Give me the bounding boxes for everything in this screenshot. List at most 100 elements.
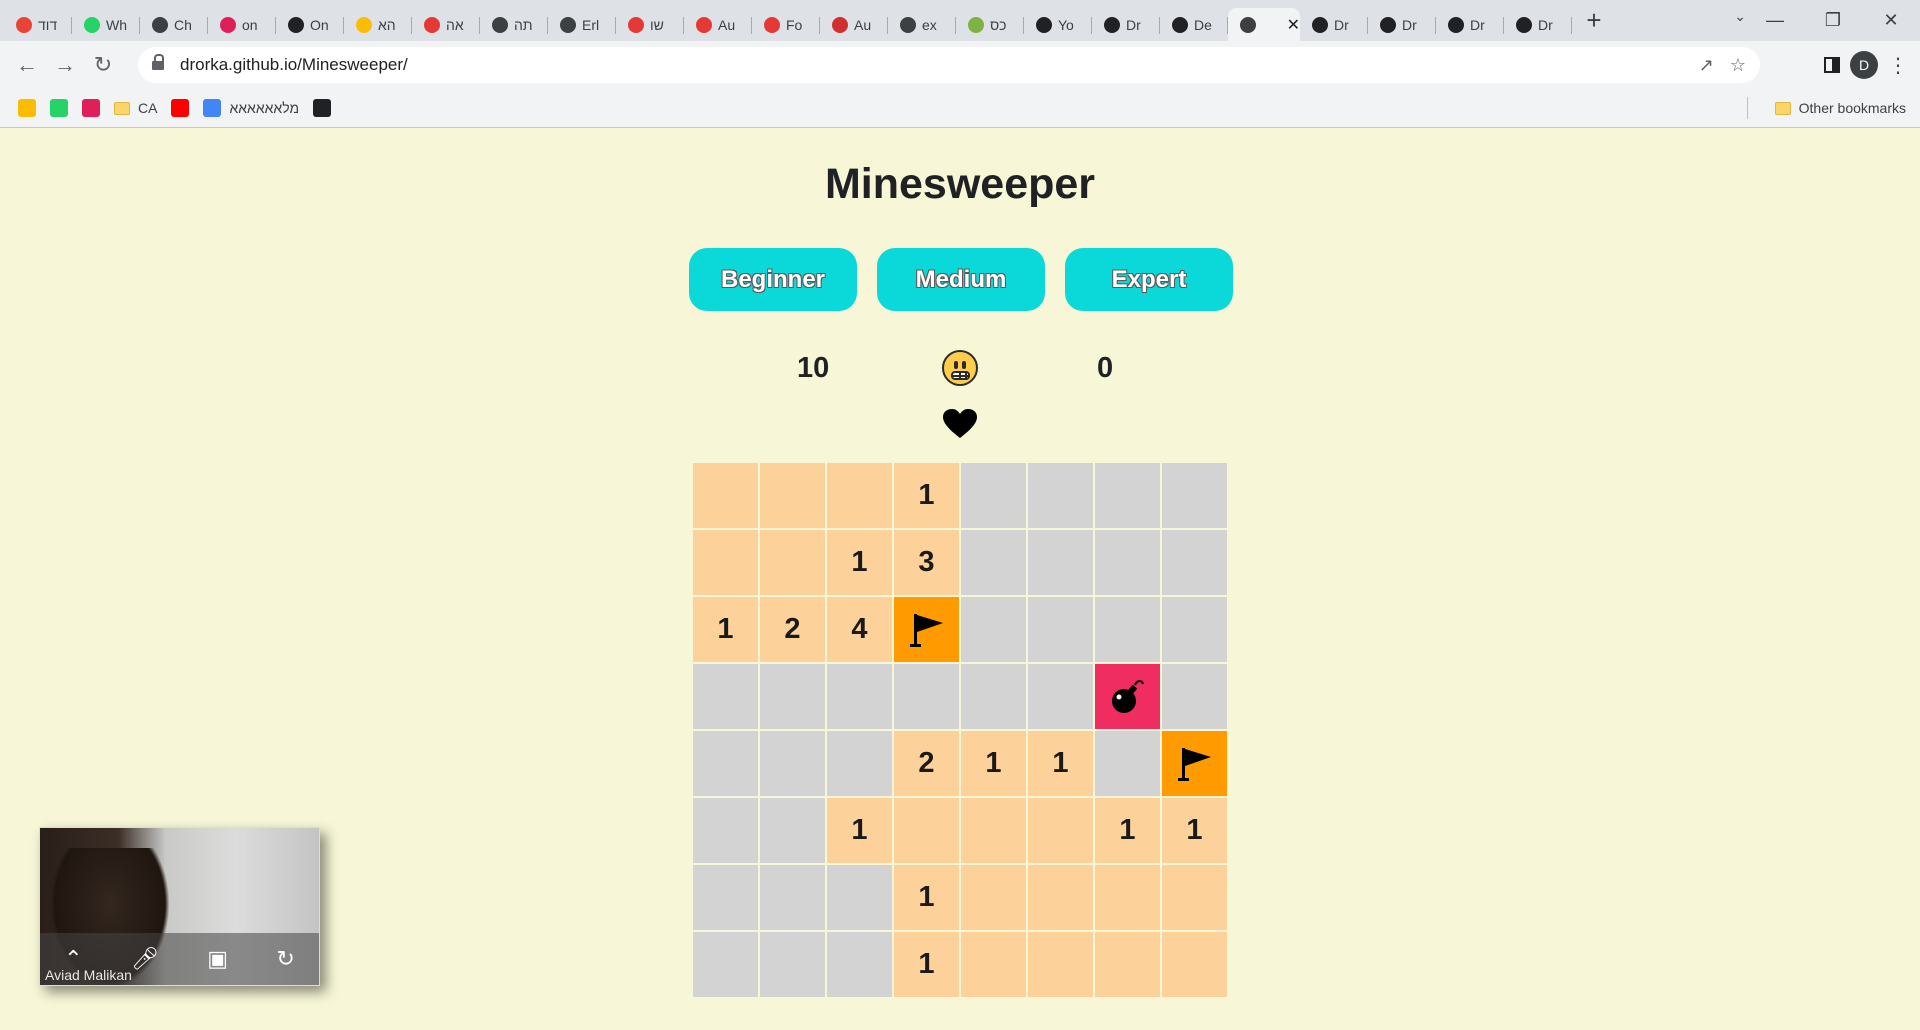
hidden-cell[interactable]: [759, 663, 826, 730]
camera-icon[interactable]: ▣: [207, 946, 228, 972]
hidden-cell[interactable]: [960, 596, 1027, 663]
new-tab-icon[interactable]: +: [1574, 0, 1614, 41]
microphone-icon[interactable]: 🎤︎: [131, 946, 159, 972]
bookmark-item[interactable]: [313, 94, 332, 122]
forward-arrow-icon[interactable]: →: [46, 46, 84, 84]
hidden-cell[interactable]: [826, 663, 893, 730]
revealed-cell[interactable]: [692, 529, 759, 596]
hidden-cell[interactable]: [960, 529, 1027, 596]
menu-kebab-icon[interactable]: ⋮: [1888, 53, 1908, 78]
beginner-button[interactable]: Beginner: [689, 248, 857, 311]
browser-tab[interactable]: Erl: [548, 8, 616, 41]
revealed-cell[interactable]: [1027, 931, 1094, 998]
revealed-cell[interactable]: 1: [893, 864, 960, 931]
revealed-cell[interactable]: [960, 931, 1027, 998]
browser-tab[interactable]: הא: [344, 8, 412, 41]
bookmark-item[interactable]: [18, 94, 36, 122]
browser-tab[interactable]: On: [276, 8, 344, 41]
browser-tab[interactable]: דוד: [4, 8, 72, 41]
flagged-cell[interactable]: [893, 596, 960, 663]
hidden-cell[interactable]: [1027, 529, 1094, 596]
hidden-cell[interactable]: [1094, 529, 1161, 596]
revealed-cell[interactable]: 1: [960, 730, 1027, 797]
revealed-cell[interactable]: 1: [1161, 797, 1228, 864]
address-bar[interactable]: drorka.github.io/Minesweeper/ ↗ ☆: [138, 47, 1760, 83]
browser-tab[interactable]: Dr: [1300, 8, 1368, 41]
grimace-face-icon[interactable]: [942, 350, 978, 386]
revealed-cell[interactable]: [960, 864, 1027, 931]
mine-cell[interactable]: [1094, 663, 1161, 730]
hidden-cell[interactable]: [692, 864, 759, 931]
hidden-cell[interactable]: [692, 663, 759, 730]
url-text[interactable]: drorka.github.io/Minesweeper/: [180, 55, 408, 75]
hidden-cell[interactable]: [960, 462, 1027, 529]
hidden-cell[interactable]: [826, 931, 893, 998]
browser-tab[interactable]: ✕: [1228, 8, 1300, 41]
revealed-cell[interactable]: 1: [1094, 797, 1161, 864]
hidden-cell[interactable]: [1094, 596, 1161, 663]
hidden-cell[interactable]: [1027, 663, 1094, 730]
hidden-cell[interactable]: [692, 931, 759, 998]
medium-button[interactable]: Medium: [877, 248, 1045, 311]
revealed-cell[interactable]: [1027, 864, 1094, 931]
revealed-cell[interactable]: 1: [826, 797, 893, 864]
rotate-icon[interactable]: ↻: [276, 946, 294, 972]
browser-tab[interactable]: Dr: [1092, 8, 1160, 41]
browser-tab[interactable]: אה: [412, 8, 480, 41]
bookmark-item[interactable]: מלאאאאאא: [203, 94, 299, 122]
share-icon[interactable]: ↗: [1699, 55, 1714, 76]
browser-tab[interactable]: Wh: [72, 8, 140, 41]
browser-tab[interactable]: Au: [684, 8, 752, 41]
hidden-cell[interactable]: [960, 663, 1027, 730]
revealed-cell[interactable]: 2: [893, 730, 960, 797]
revealed-cell[interactable]: [893, 797, 960, 864]
hidden-cell[interactable]: [1094, 462, 1161, 529]
revealed-cell[interactable]: 4: [826, 596, 893, 663]
revealed-cell[interactable]: 1: [692, 596, 759, 663]
revealed-cell[interactable]: 1: [1027, 730, 1094, 797]
revealed-cell[interactable]: [1027, 797, 1094, 864]
hidden-cell[interactable]: [893, 663, 960, 730]
browser-tab[interactable]: Ch: [140, 8, 208, 41]
hidden-cell[interactable]: [759, 931, 826, 998]
hidden-cell[interactable]: [1027, 596, 1094, 663]
hidden-cell[interactable]: [826, 730, 893, 797]
side-panel-icon[interactable]: [1824, 57, 1840, 73]
browser-tab[interactable]: on: [208, 8, 276, 41]
flagged-cell[interactable]: [1161, 730, 1228, 797]
revealed-cell[interactable]: [692, 462, 759, 529]
revealed-cell[interactable]: 2: [759, 596, 826, 663]
browser-tab[interactable]: Dr: [1436, 8, 1504, 41]
profile-avatar[interactable]: D: [1850, 51, 1878, 79]
browser-tab[interactable]: Au: [820, 8, 888, 41]
revealed-cell[interactable]: [1161, 931, 1228, 998]
bookmark-item[interactable]: [171, 94, 190, 122]
reload-icon[interactable]: ↻: [84, 46, 122, 84]
browser-tab[interactable]: שו: [616, 8, 684, 41]
revealed-cell[interactable]: [826, 462, 893, 529]
close-window-icon[interactable]: ✕: [1862, 10, 1920, 31]
hidden-cell[interactable]: [1161, 596, 1228, 663]
revealed-cell[interactable]: [960, 797, 1027, 864]
browser-tab[interactable]: ex: [888, 8, 956, 41]
hidden-cell[interactable]: [1161, 529, 1228, 596]
revealed-cell[interactable]: [1094, 864, 1161, 931]
minimize-icon[interactable]: —: [1746, 10, 1804, 31]
hidden-cell[interactable]: [692, 797, 759, 864]
revealed-cell[interactable]: [1094, 931, 1161, 998]
hidden-cell[interactable]: [1161, 663, 1228, 730]
revealed-cell[interactable]: 1: [893, 462, 960, 529]
close-tab-icon[interactable]: ✕: [1287, 15, 1300, 35]
other-bookmarks[interactable]: Other bookmarks: [1774, 94, 1906, 122]
hidden-cell[interactable]: [1027, 462, 1094, 529]
revealed-cell[interactable]: [759, 529, 826, 596]
revealed-cell[interactable]: 1: [826, 529, 893, 596]
revealed-cell[interactable]: [759, 462, 826, 529]
browser-tab[interactable]: Fo: [752, 8, 820, 41]
hidden-cell[interactable]: [692, 730, 759, 797]
revealed-cell[interactable]: [1161, 864, 1228, 931]
revealed-cell[interactable]: 3: [893, 529, 960, 596]
hidden-cell[interactable]: [1161, 462, 1228, 529]
revealed-cell[interactable]: 1: [893, 931, 960, 998]
bookmark-item[interactable]: [50, 94, 68, 122]
